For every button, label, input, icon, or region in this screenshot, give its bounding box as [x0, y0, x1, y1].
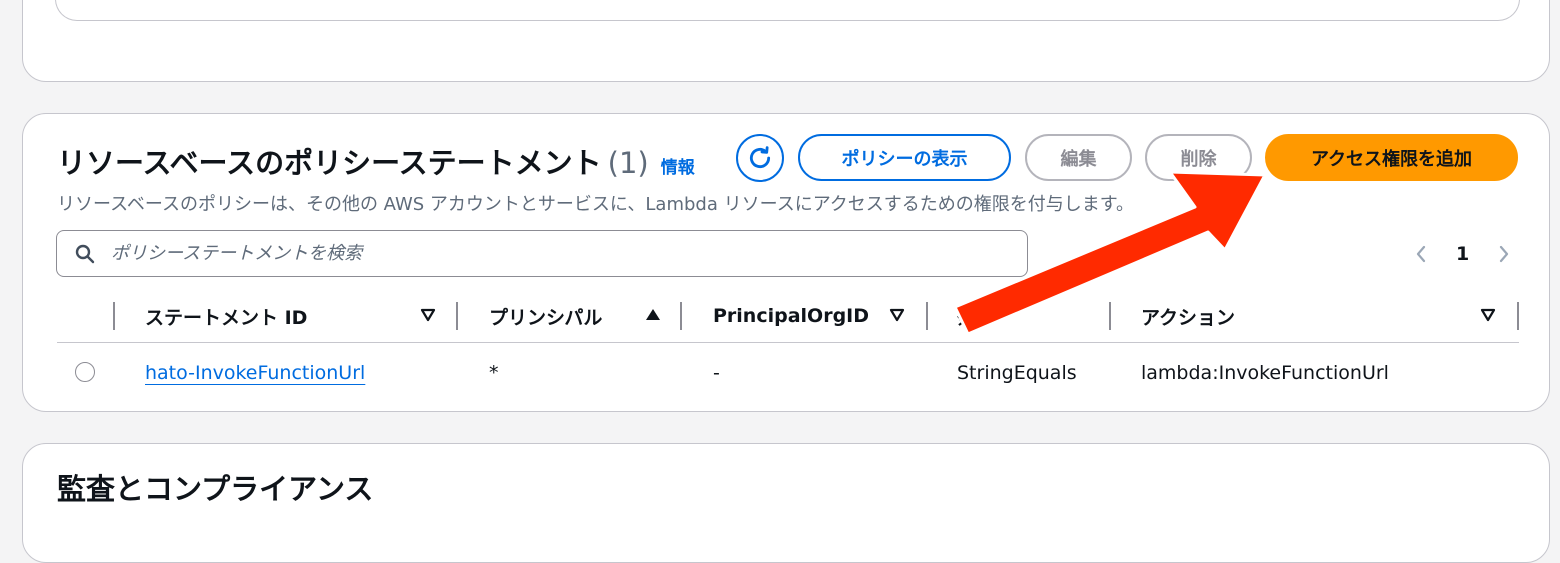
column-header-principal-org-id[interactable]: PrincipalOrgID [713, 302, 869, 330]
chevron-right-icon[interactable] [1491, 244, 1517, 264]
column-header-condition[interactable]: 条件 [957, 302, 995, 330]
action-cell: lambda:InvokeFunctionUrl [1141, 362, 1389, 384]
chevron-left-icon[interactable] [1408, 244, 1434, 264]
edit-button[interactable]: 編集 [1025, 134, 1132, 181]
column-separator[interactable] [456, 302, 458, 330]
previous-section-card [22, 0, 1550, 82]
table-header-divider [57, 342, 1519, 343]
column-header-action[interactable]: アクション [1141, 302, 1235, 330]
delete-button[interactable]: 削除 [1145, 134, 1252, 181]
search-icon [75, 244, 95, 264]
audit-compliance-card: 監査とコンプライアンス [22, 443, 1550, 563]
principal-cell: * [489, 362, 499, 384]
search-box [56, 230, 1028, 277]
info-link[interactable]: 情報 [661, 153, 695, 178]
sort-desc-icon[interactable] [1480, 307, 1496, 323]
section-title: リソースベースのポリシーステートメント (1) 情報 [57, 140, 695, 182]
row-select-radio[interactable] [75, 362, 95, 382]
section-title-text: リソースベースのポリシーステートメント [57, 146, 602, 180]
resource-policy-card: リソースベースのポリシーステートメント (1) 情報 ポリシーの表示 編集 削除 ア… [22, 113, 1550, 412]
column-separator[interactable] [113, 302, 115, 330]
previous-section-inner-panel [55, 0, 1520, 21]
column-separator[interactable] [680, 302, 682, 330]
sort-asc-icon[interactable] [645, 307, 661, 323]
column-separator[interactable] [1517, 302, 1519, 330]
condition-cell: StringEquals [957, 362, 1077, 384]
section-description: リソースベースのポリシーは、その他の AWS アカウントとサービスに、Lambd… [57, 194, 1134, 215]
column-separator[interactable] [1109, 302, 1111, 330]
view-policy-button[interactable]: ポリシーの表示 [798, 134, 1011, 181]
statement-id-link[interactable]: hato-InvokeFunctionUrl [145, 362, 365, 384]
column-header-principal[interactable]: プリンシパル [489, 302, 602, 330]
current-page-number[interactable]: 1 [1456, 243, 1469, 265]
sort-desc-icon[interactable] [889, 307, 905, 323]
refresh-button[interactable] [736, 134, 784, 182]
sort-desc-icon[interactable] [420, 307, 436, 323]
principal-org-id-cell: - [713, 362, 720, 384]
column-header-statement-id[interactable]: ステートメント ID [145, 302, 307, 330]
add-permission-button[interactable]: アクセス権限を追加 [1265, 134, 1518, 181]
audit-section-title: 監査とコンプライアンス [57, 472, 374, 506]
column-separator[interactable] [926, 302, 928, 330]
search-input[interactable] [109, 242, 1027, 265]
refresh-icon [747, 145, 773, 171]
pagination: 1 [1408, 238, 1517, 270]
statement-count: (1) [607, 146, 649, 180]
